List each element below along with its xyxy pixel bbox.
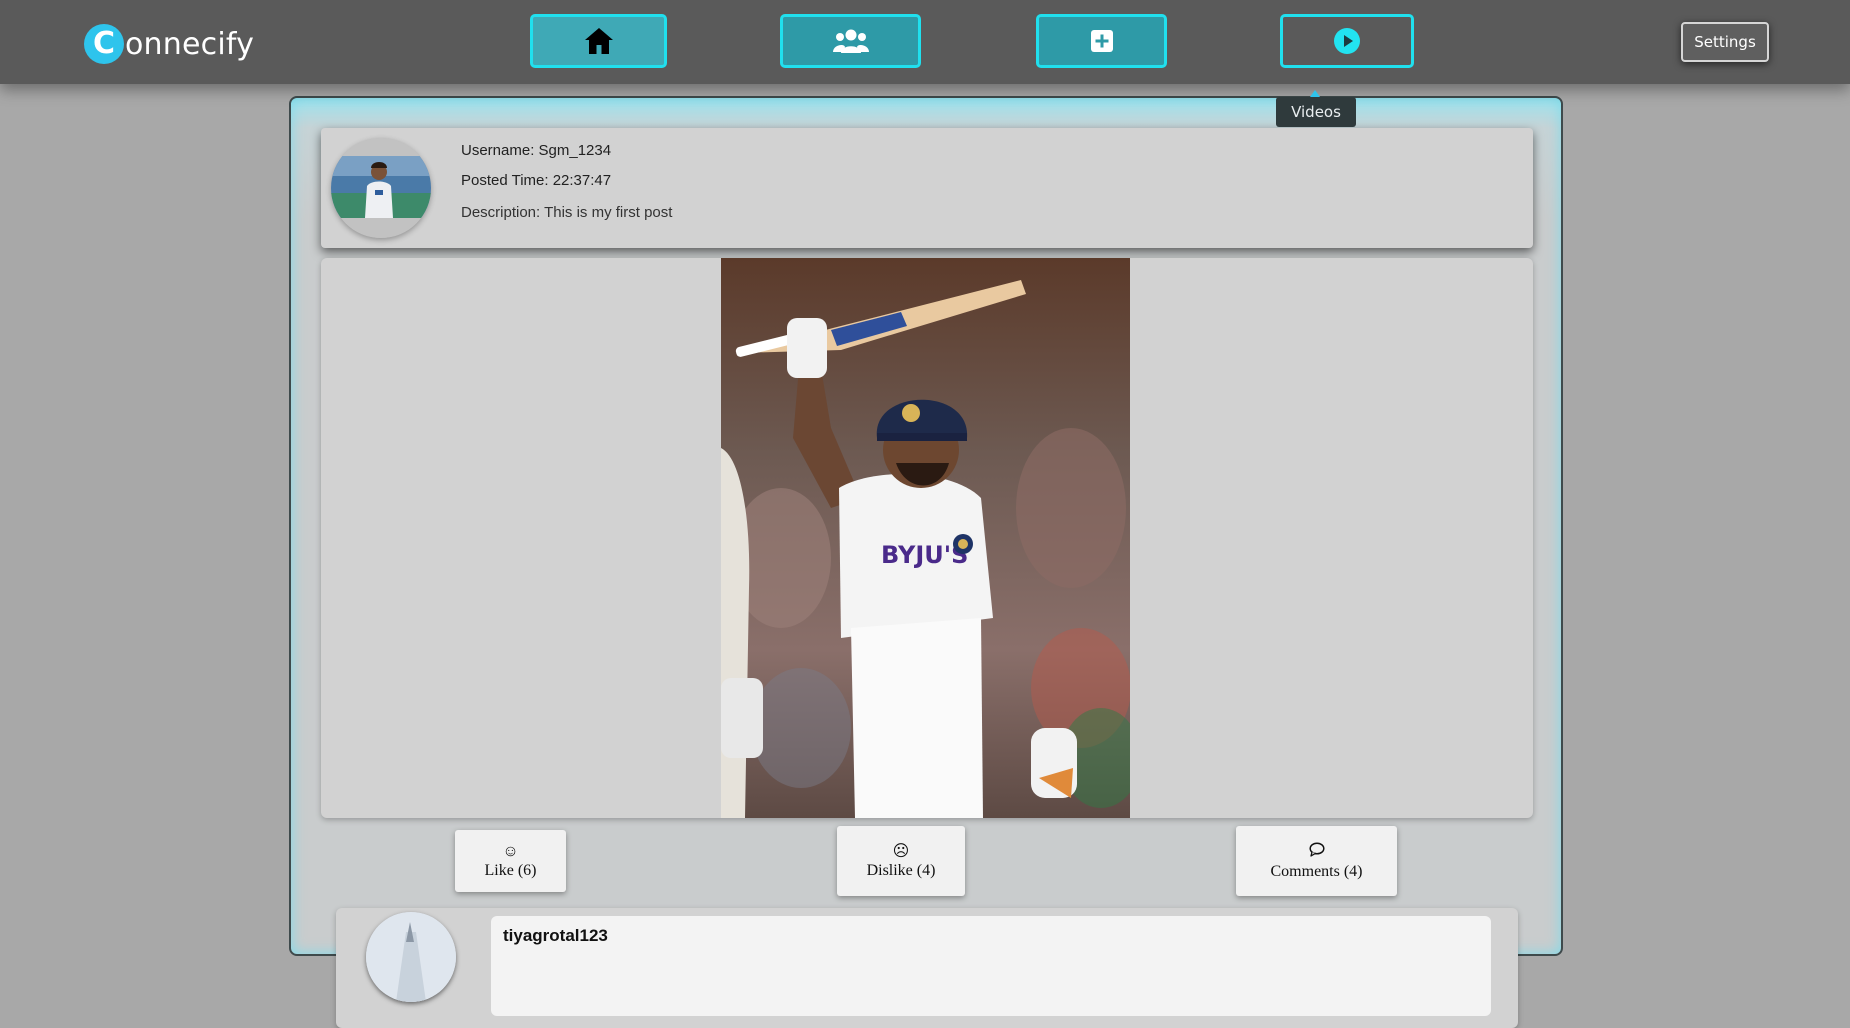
house-icon [584, 28, 613, 54]
plus-square-icon [1090, 30, 1113, 52]
users-icon [832, 29, 869, 53]
settings-button[interactable]: Settings [1681, 22, 1769, 62]
like-label: Like (6) [484, 861, 537, 879]
profile-avatar[interactable] [331, 138, 431, 238]
speech-bubble-svg [1308, 841, 1325, 857]
top-navigation-bar: C onnecify Settings [0, 0, 1850, 84]
dislike-button[interactable]: ☹ Dislike (4) [837, 826, 965, 896]
nav-friends-button[interactable] [780, 14, 921, 68]
nav-create-button[interactable] [1036, 14, 1167, 68]
post-image-area: BYJU'S [321, 258, 1533, 818]
speech-bubble-icon [1308, 841, 1325, 862]
dislike-label: Dislike (4) [866, 861, 936, 879]
profile-photo [331, 138, 431, 238]
post-card: Username: Sgm_1234 Posted Time: 22:37:47… [289, 96, 1563, 1028]
post-header: Username: Sgm_1234 Posted Time: 22:37:47… [321, 128, 1533, 248]
frown-icon: ☹ [892, 842, 910, 860]
comment-username: tiyagrotal123 [503, 926, 608, 945]
comment-avatar[interactable] [366, 912, 456, 1002]
logo-c-icon: C [84, 24, 124, 64]
nav-videos-button[interactable] [1280, 14, 1414, 68]
nav-home-button[interactable] [530, 14, 667, 68]
comments-label: Comments (4) [1270, 862, 1363, 880]
post-description: Description: This is my first post [461, 204, 673, 221]
smile-icon: ☺ [502, 842, 519, 860]
play-circle-icon [1334, 28, 1360, 54]
post-time: Posted Time: 22:37:47 [461, 172, 612, 189]
comment-card: tiyagrotal123 [336, 908, 1518, 1028]
comment-avatar-photo [366, 912, 456, 1002]
logo-wordmark: onnecify [125, 26, 255, 62]
comments-button[interactable]: Comments (4) [1236, 826, 1397, 896]
post-photo[interactable]: BYJU'S [721, 258, 1130, 818]
comment-body: tiyagrotal123 [491, 916, 1491, 1016]
videos-tooltip: Videos [1276, 97, 1356, 127]
like-button[interactable]: ☺ Like (6) [455, 830, 566, 892]
app-logo[interactable]: C onnecify [84, 24, 254, 64]
tooltip-arrow [1310, 90, 1320, 97]
post-username: Username: Sgm_1234 [461, 142, 612, 159]
